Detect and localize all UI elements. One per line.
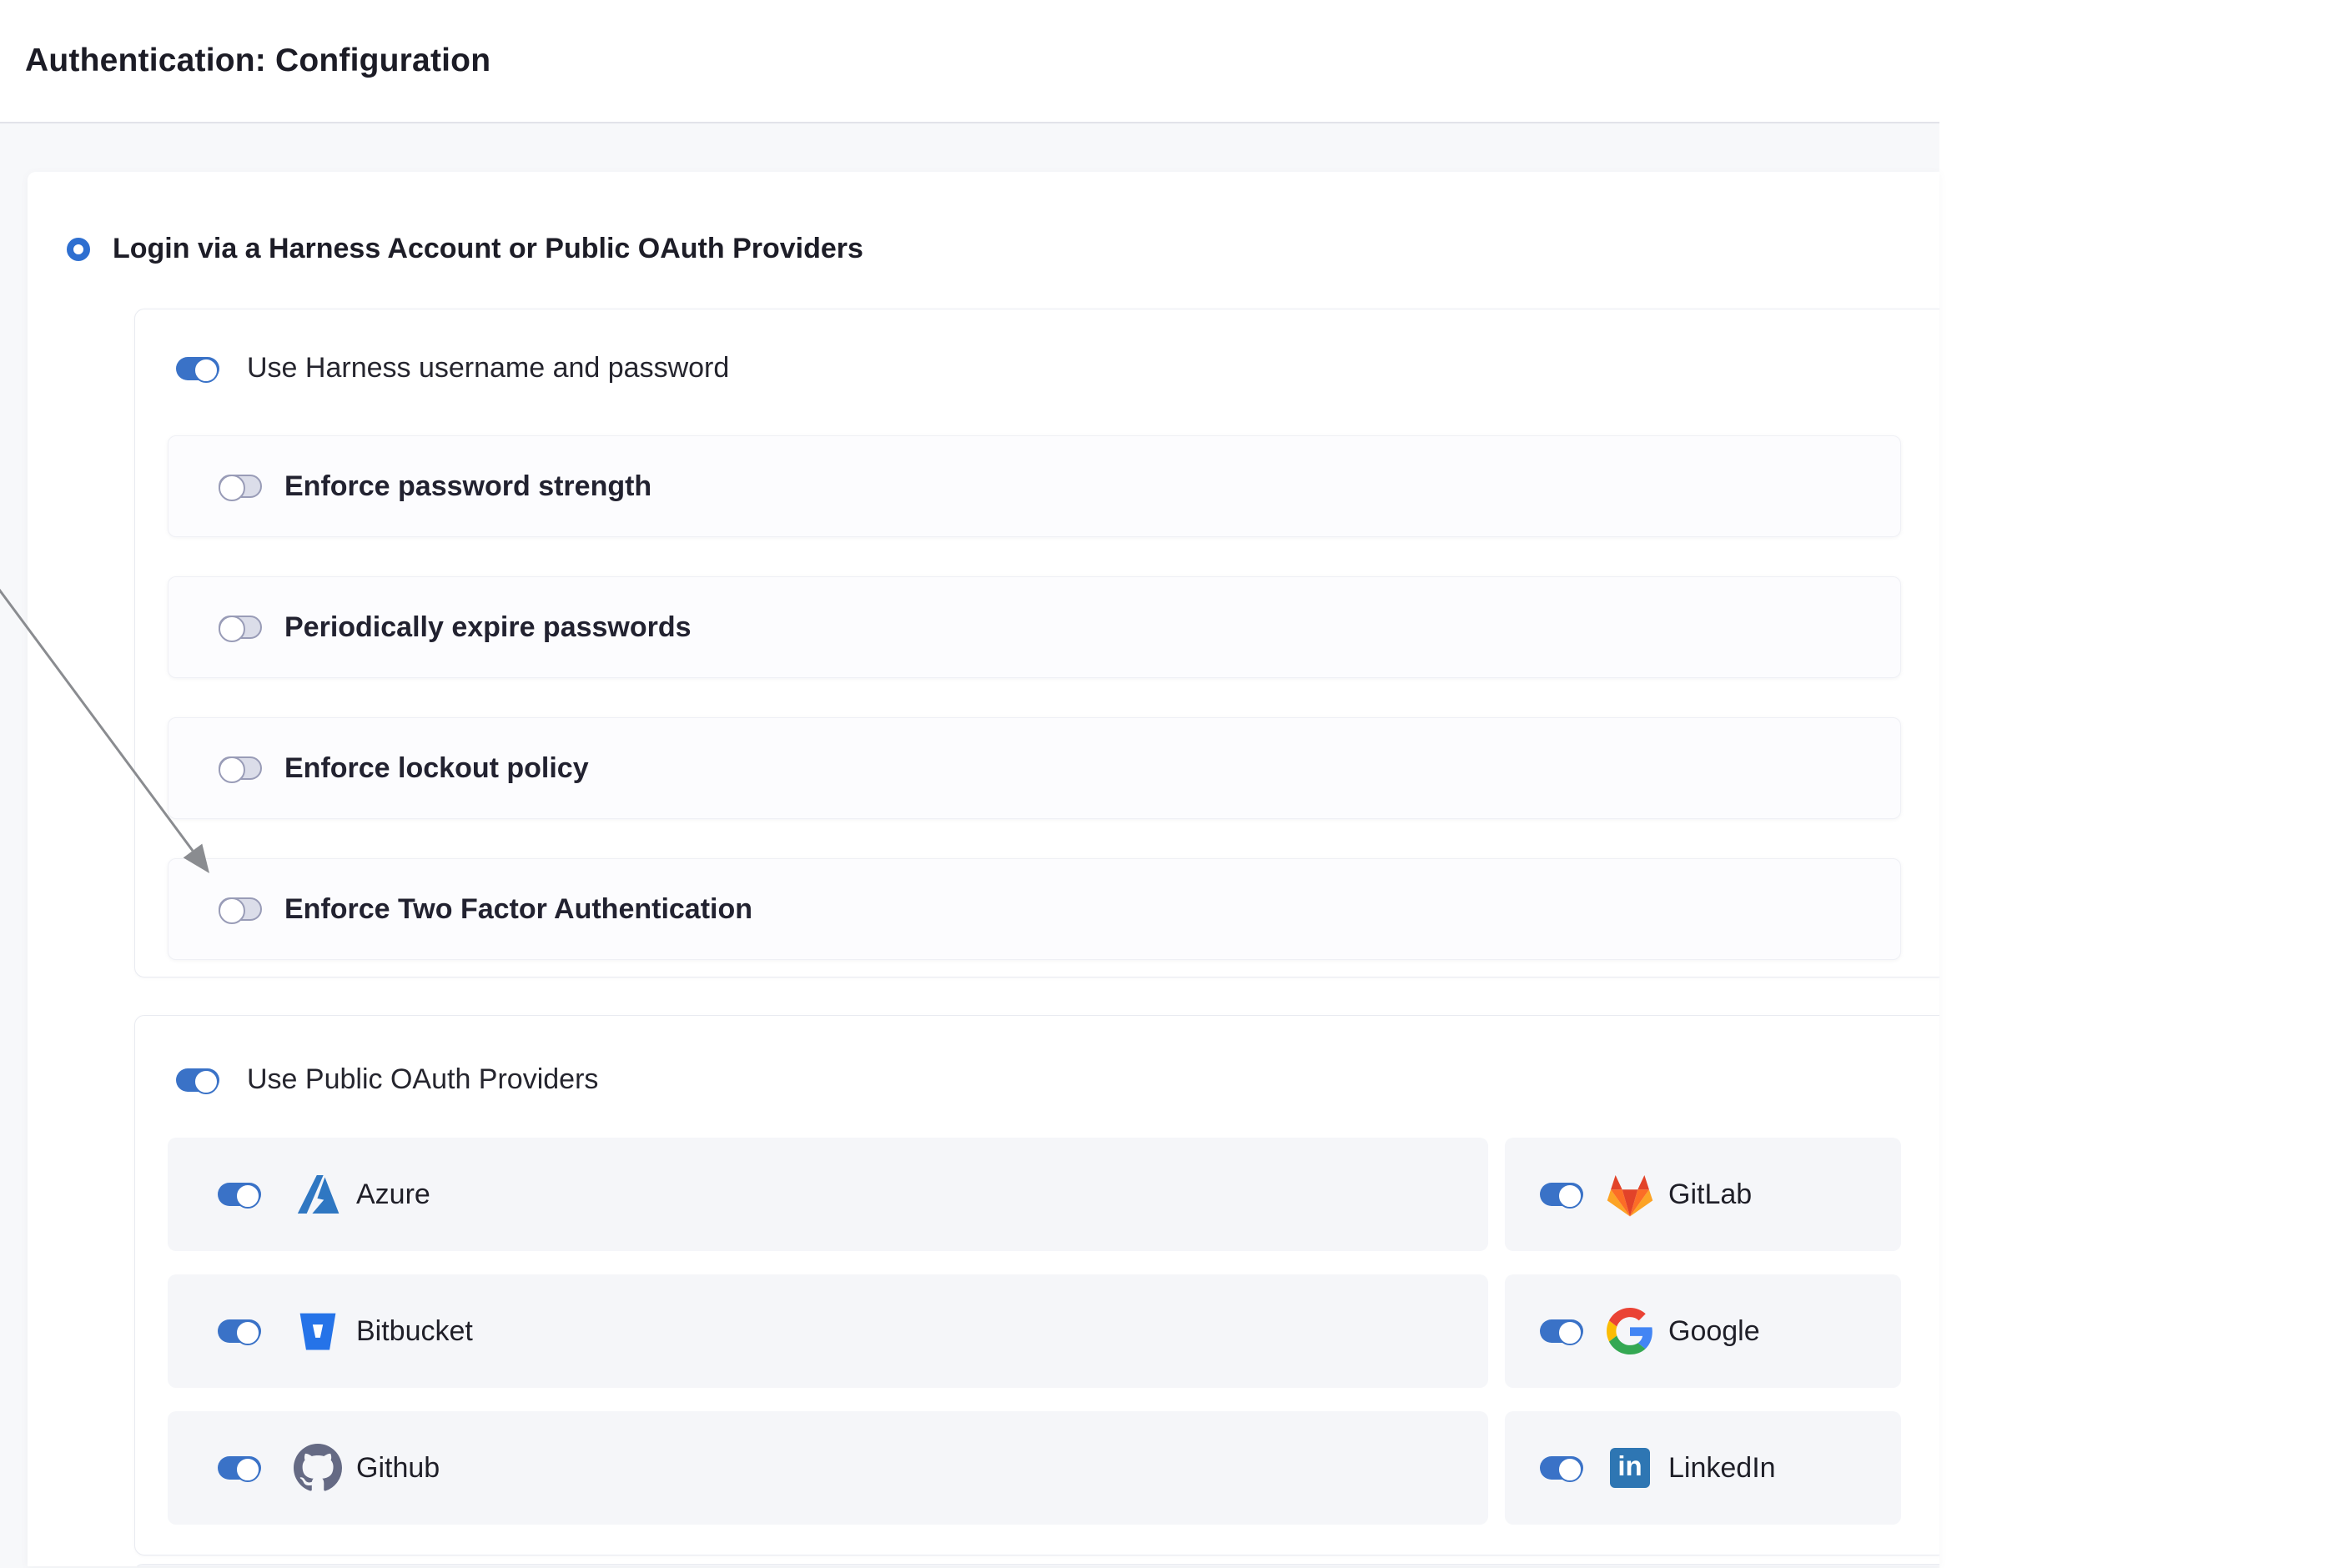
page-header: Authentication: Configuration: [0, 0, 1939, 123]
enforce-two-factor-label: Enforce Two Factor Authentication: [284, 893, 752, 926]
oauth-providers-card: Use Public OAuth Providers Azure: [134, 1015, 1939, 1555]
enforce-lockout-policy-label: Enforce lockout policy: [284, 752, 589, 785]
github-icon: [292, 1442, 344, 1494]
login-harness-oauth-radio[interactable]: [67, 238, 90, 261]
google-toggle[interactable]: [1540, 1319, 1583, 1343]
oauth-toggle-row: Use Public OAuth Providers: [176, 1063, 1939, 1096]
periodically-expire-passwords-label: Periodically expire passwords: [284, 611, 692, 644]
enforce-lockout-policy-toggle[interactable]: [219, 756, 262, 780]
periodically-expire-passwords-toggle[interactable]: [219, 616, 262, 639]
linkedin-provider-row: in LinkedIn: [1505, 1411, 1901, 1525]
harness-login-card: Use Harness username and password Enforc…: [134, 309, 1939, 977]
login-method-label: Login via a Harness Account or Public OA…: [113, 233, 863, 265]
github-toggle[interactable]: [218, 1456, 261, 1480]
enforce-password-strength-toggle[interactable]: [219, 475, 262, 498]
use-public-oauth-toggle[interactable]: [176, 1068, 219, 1092]
bitbucket-toggle[interactable]: [218, 1319, 261, 1343]
oauth-label: Use Public OAuth Providers: [247, 1063, 598, 1096]
settings-content: Login via a Harness Account or Public OA…: [0, 123, 1939, 1566]
gitlab-toggle[interactable]: [1540, 1183, 1583, 1206]
enforce-password-strength-label: Enforce password strength: [284, 470, 651, 503]
google-label: Google: [1668, 1315, 1760, 1348]
harness-password-options: Enforce password strength Periodically e…: [168, 435, 1939, 960]
authentication-settings-page: Authentication: Configuration Login via …: [0, 0, 1939, 1568]
next-section-edge: [134, 1564, 1939, 1566]
bitbucket-provider-row: Bitbucket: [168, 1274, 1488, 1388]
github-provider-row: Github: [168, 1411, 1488, 1525]
use-harness-username-password-toggle[interactable]: [176, 357, 219, 380]
linkedin-icon: in: [1604, 1442, 1656, 1494]
azure-provider-row: Azure: [168, 1138, 1488, 1251]
enforce-lockout-policy-row: Enforce lockout policy: [168, 717, 1901, 819]
gitlab-provider-row: GitLab: [1505, 1138, 1901, 1251]
linkedin-badge-text: in: [1610, 1448, 1650, 1488]
bitbucket-label: Bitbucket: [356, 1315, 473, 1348]
azure-icon: [292, 1168, 344, 1220]
google-provider-row: Google: [1505, 1274, 1901, 1388]
enforce-password-strength-row: Enforce password strength: [168, 435, 1901, 537]
enforce-two-factor-toggle[interactable]: [219, 897, 262, 921]
linkedin-label: LinkedIn: [1668, 1452, 1776, 1485]
enforce-two-factor-row: Enforce Two Factor Authentication: [168, 858, 1901, 960]
azure-label: Azure: [356, 1179, 430, 1211]
harness-login-label: Use Harness username and password: [247, 352, 729, 384]
auth-methods-card: Login via a Harness Account or Public OA…: [28, 172, 1939, 1566]
gitlab-label: GitLab: [1668, 1179, 1752, 1211]
page-title: Authentication: Configuration: [25, 43, 490, 79]
harness-login-toggle-row: Use Harness username and password: [176, 352, 1939, 384]
periodically-expire-passwords-row: Periodically expire passwords: [168, 576, 1901, 678]
azure-toggle[interactable]: [218, 1183, 261, 1206]
bitbucket-icon: [292, 1305, 344, 1357]
login-method-option[interactable]: Login via a Harness Account or Public OA…: [67, 233, 1939, 265]
github-label: Github: [356, 1452, 440, 1485]
oauth-providers-grid: Azure: [168, 1138, 1939, 1525]
linkedin-toggle[interactable]: [1540, 1456, 1583, 1480]
gitlab-icon: [1604, 1168, 1656, 1220]
google-icon: [1604, 1305, 1656, 1357]
